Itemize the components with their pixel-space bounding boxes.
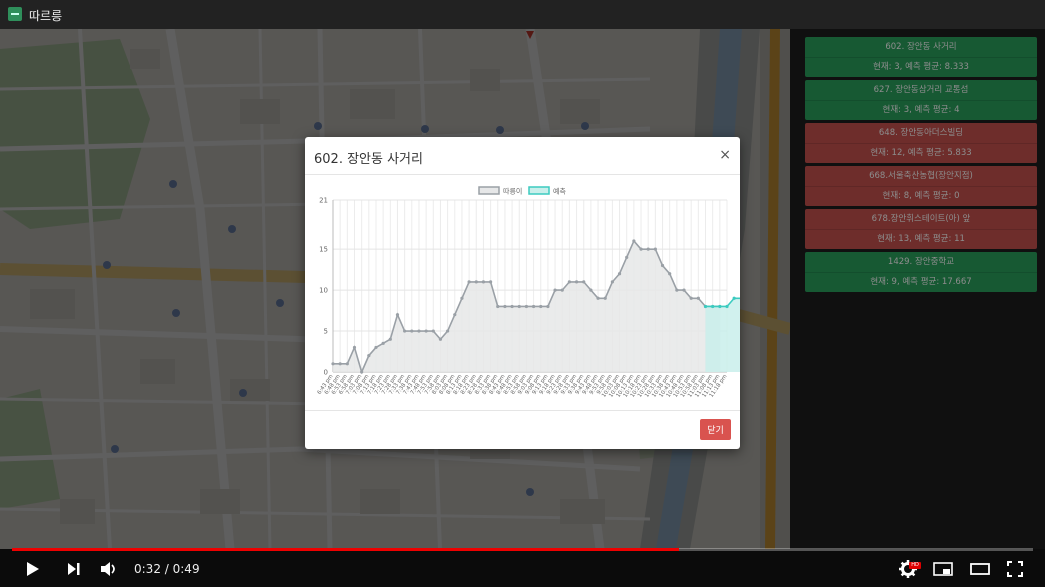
video-controls: 0:32 / 0:49 [0, 548, 1045, 587]
series-area [705, 298, 740, 372]
data-point [732, 296, 736, 300]
video-time: 0:32 / 0:49 [134, 562, 200, 576]
data-point [460, 296, 464, 300]
app-logo-icon [8, 7, 22, 21]
data-point [560, 288, 564, 292]
progress-bar[interactable] [12, 548, 1033, 551]
app-screen: 따르릉 장안 602. 장안동 사거리 현재: 3, 예측 평균: 8.333 … [0, 0, 1045, 587]
data-point [639, 247, 643, 251]
data-point [682, 288, 686, 292]
data-point [360, 370, 364, 374]
modal-title: 602. 장안동 사거리 [314, 152, 423, 167]
data-point [567, 280, 571, 284]
volume-icon[interactable] [100, 561, 118, 577]
data-point [718, 304, 722, 309]
data-point [403, 329, 407, 333]
data-point [653, 247, 657, 251]
data-point [367, 354, 371, 358]
modal-header: 602. 장안동 사거리 × [305, 137, 740, 175]
data-point [646, 247, 650, 251]
data-point [553, 288, 557, 292]
top-bar: 따르릉 [0, 0, 1045, 29]
data-point [374, 345, 378, 350]
duration: 0:49 [172, 562, 200, 576]
legend-swatch [528, 186, 550, 195]
theater-mode-icon[interactable] [970, 563, 990, 575]
data-point [352, 345, 357, 350]
data-point [675, 288, 679, 292]
data-point [725, 304, 729, 309]
data-point [689, 296, 693, 300]
data-point [446, 329, 450, 333]
y-tick-label: 0 [324, 369, 328, 377]
y-tick-label: 21 [319, 197, 328, 205]
data-point [632, 239, 636, 243]
data-point [517, 304, 521, 309]
data-point [703, 304, 708, 309]
data-point [453, 313, 457, 317]
close-icon[interactable]: × [719, 147, 731, 163]
legend-label: 예측 [553, 187, 566, 196]
data-point [546, 304, 550, 309]
modal-divider [305, 410, 740, 411]
data-point [574, 280, 579, 284]
data-point [345, 362, 349, 366]
data-point [424, 329, 428, 333]
y-tick-label: 10 [319, 287, 328, 295]
data-point [531, 304, 536, 309]
data-point [711, 304, 715, 309]
data-point [596, 296, 600, 300]
data-point [438, 337, 443, 341]
data-point [668, 272, 672, 276]
data-point [417, 329, 421, 333]
station-modal: 602. 장안동 사거리 × 0 5 10 15 21 6:43 pm 6:48 pm 6:5… [305, 137, 740, 449]
data-point [489, 280, 493, 284]
app-title: 따르릉 [29, 9, 63, 23]
data-point [524, 304, 529, 309]
data-point [496, 304, 500, 309]
y-tick-label: 15 [319, 246, 328, 254]
data-point [510, 304, 514, 309]
fullscreen-icon[interactable] [1007, 561, 1023, 577]
data-point [395, 313, 400, 317]
data-point [589, 288, 593, 292]
current-time: 0:32 [134, 562, 161, 576]
data-point [503, 304, 507, 309]
next-icon[interactable] [67, 562, 81, 576]
hd-badge: HD [909, 562, 921, 569]
data-point [696, 296, 700, 300]
data-point [617, 272, 622, 276]
data-point [474, 280, 478, 284]
data-point [381, 341, 385, 345]
data-point [431, 329, 435, 333]
data-point [625, 255, 629, 259]
data-point [603, 296, 607, 300]
close-button[interactable]: 닫기 [700, 419, 731, 440]
legend-label: 따릉이 [503, 187, 522, 196]
data-point [331, 362, 335, 366]
progress-fill [12, 548, 679, 551]
data-point [338, 362, 342, 366]
legend-swatch [478, 186, 500, 195]
data-point [539, 304, 543, 309]
data-point [467, 280, 471, 284]
data-point [481, 280, 486, 284]
data-point [582, 280, 586, 284]
bike-count-chart: 051015216:43 pm6:48 pm6:53 pm6:58 pm7:03… [317, 186, 740, 399]
data-point [410, 329, 414, 333]
data-point [660, 263, 665, 268]
data-point [388, 337, 392, 341]
play-icon[interactable] [26, 561, 40, 577]
data-point [610, 280, 614, 284]
y-tick-label: 5 [324, 328, 328, 336]
miniplayer-icon[interactable] [933, 562, 953, 576]
